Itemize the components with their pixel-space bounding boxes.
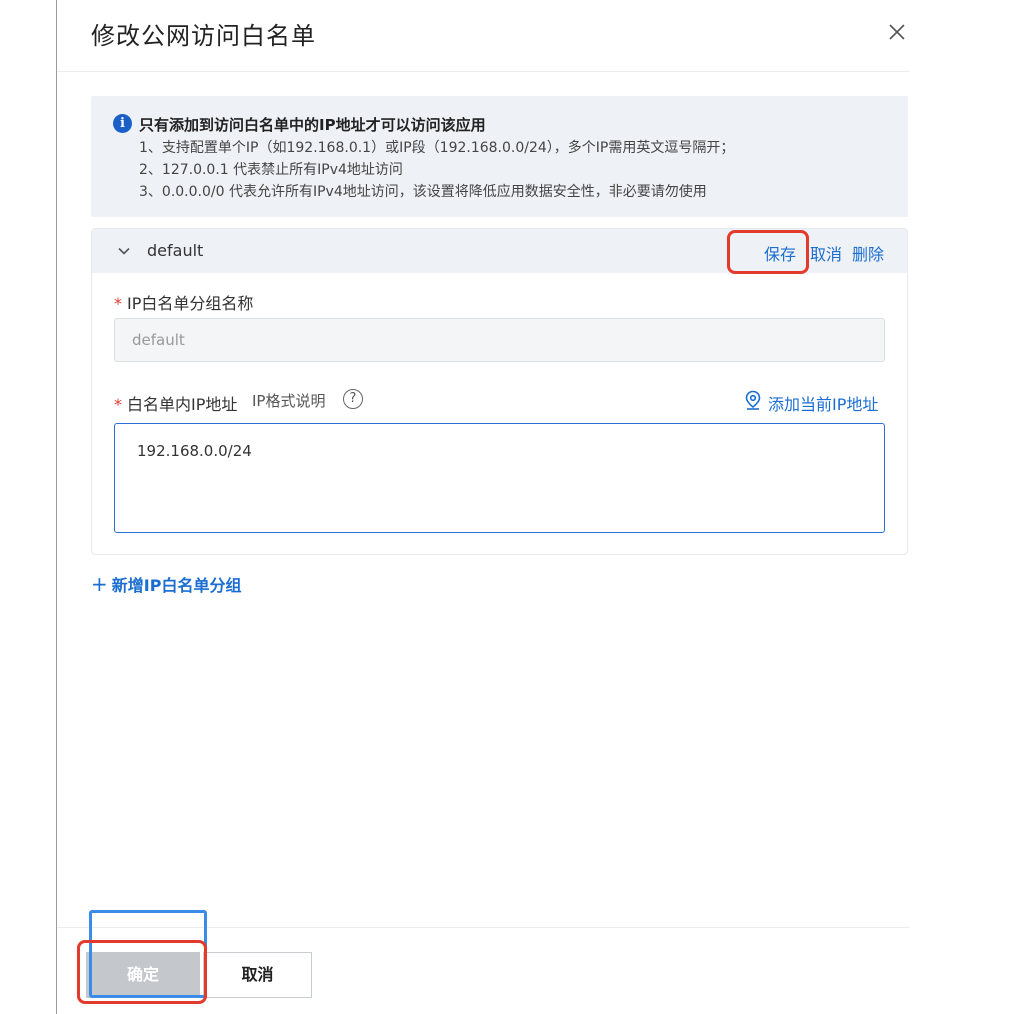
ip-address-value: 192.168.0.0/24	[137, 442, 252, 460]
chevron-down-icon[interactable]	[116, 243, 132, 259]
group-name-label: * IP白名单分组名称	[114, 294, 254, 313]
add-whitelist-group-button[interactable]: + 新增IP白名单分组	[91, 572, 241, 596]
delete-link[interactable]: 删除	[852, 241, 884, 265]
ip-format-help-link[interactable]: IP格式说明	[252, 390, 325, 411]
cancel-button[interactable]: 取消	[203, 952, 312, 998]
plus-icon: +	[91, 572, 108, 596]
info-icon: i	[113, 114, 132, 133]
group-name: default	[147, 241, 204, 260]
whitelist-group-panel: default 保存 取消 删除 * IP白名单分组名称 default * 白名单…	[91, 228, 908, 555]
highlight-box-confirm	[77, 940, 207, 1004]
location-pin-icon	[745, 390, 761, 410]
required-star: *	[114, 294, 122, 313]
drawer-header: 修改公网访问白名单	[57, 0, 909, 72]
cancel-link[interactable]: 取消	[810, 241, 842, 265]
edit-whitelist-drawer: 修改公网访问白名单 i 只有添加到访问白名单中的IP地址才可以访问该应用 1、支…	[57, 0, 909, 1014]
notice-title: 只有添加到访问白名单中的IP地址才可以访问该应用	[139, 116, 486, 134]
group-name-input[interactable]: default	[114, 318, 885, 362]
notice-line: 2、127.0.0.1 代表禁止所有IPv4地址访问	[139, 162, 403, 178]
add-whitelist-group-label: 新增IP白名单分组	[111, 576, 242, 595]
group-name-value: default	[132, 331, 185, 349]
notice-box: i 只有添加到访问白名单中的IP地址才可以访问该应用 1、支持配置单个IP（如1…	[91, 96, 908, 217]
drawer-title: 修改公网访问白名单	[91, 22, 316, 50]
question-circle-icon[interactable]: ?	[343, 389, 363, 409]
ip-address-textarea[interactable]: 192.168.0.0/24	[114, 423, 885, 533]
notice-line: 3、0.0.0.0/0 代表允许所有IPv4地址访问，该设置将降低应用数据安全性…	[139, 184, 707, 200]
required-star: *	[114, 395, 122, 414]
close-icon[interactable]	[885, 20, 909, 44]
highlight-box-save	[727, 230, 809, 274]
add-current-ip-label: 添加当前IP地址	[768, 395, 879, 414]
notice-line: 1、支持配置单个IP（如192.168.0.1）或IP段（192.168.0.0…	[139, 140, 735, 156]
ip-address-label: * 白名单内IP地址	[114, 395, 238, 414]
